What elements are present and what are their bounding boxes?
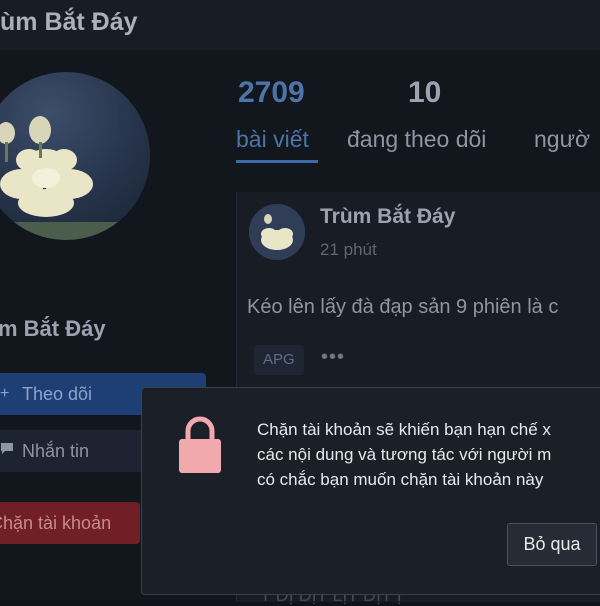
- post-tag[interactable]: APG: [254, 345, 304, 375]
- follow-button-label: Theo dõi: [22, 383, 93, 404]
- top-bar: ùm Bắt Đáy: [0, 0, 600, 50]
- plus-icon: +: [0, 385, 10, 402]
- active-tab-indicator: [236, 160, 318, 163]
- profile-name: m Bắt Đáy: [0, 316, 106, 341]
- tab-following[interactable]: đang theo dõi: [347, 126, 486, 153]
- tab-followers[interactable]: ngườ: [534, 126, 590, 153]
- post-author-name[interactable]: Trùm Bắt Đáy: [320, 205, 455, 229]
- post-author-avatar[interactable]: [249, 204, 305, 260]
- following-count: 10: [408, 76, 442, 109]
- block-account-button-label: Chặn tài khoản: [0, 512, 112, 533]
- block-account-button[interactable]: Chặn tài khoản: [0, 502, 140, 544]
- dialog-message-line: các nội dung và tương tác với người m: [257, 445, 552, 464]
- skip-button[interactable]: Bỏ qua: [507, 523, 597, 566]
- dialog-message-line: có chắc bạn muốn chặn tài khoản này: [257, 470, 544, 489]
- chat-icon: [0, 442, 14, 461]
- page-title: ùm Bắt Đáy: [0, 8, 138, 36]
- lock-icon: [177, 415, 223, 475]
- tab-posts[interactable]: bài viết: [236, 126, 309, 153]
- post-timestamp: 21 phút: [320, 240, 377, 259]
- dialog-message-line: Chặn tài khoản sẽ khiến bạn hạn chế x: [257, 420, 551, 439]
- posts-count: 2709: [238, 76, 305, 109]
- post-more-icon[interactable]: •••: [321, 346, 345, 369]
- message-button-label: Nhắn tin: [22, 440, 90, 461]
- post-content: Kéo lên lấy đà đạp sản 9 phiên là c: [247, 296, 559, 318]
